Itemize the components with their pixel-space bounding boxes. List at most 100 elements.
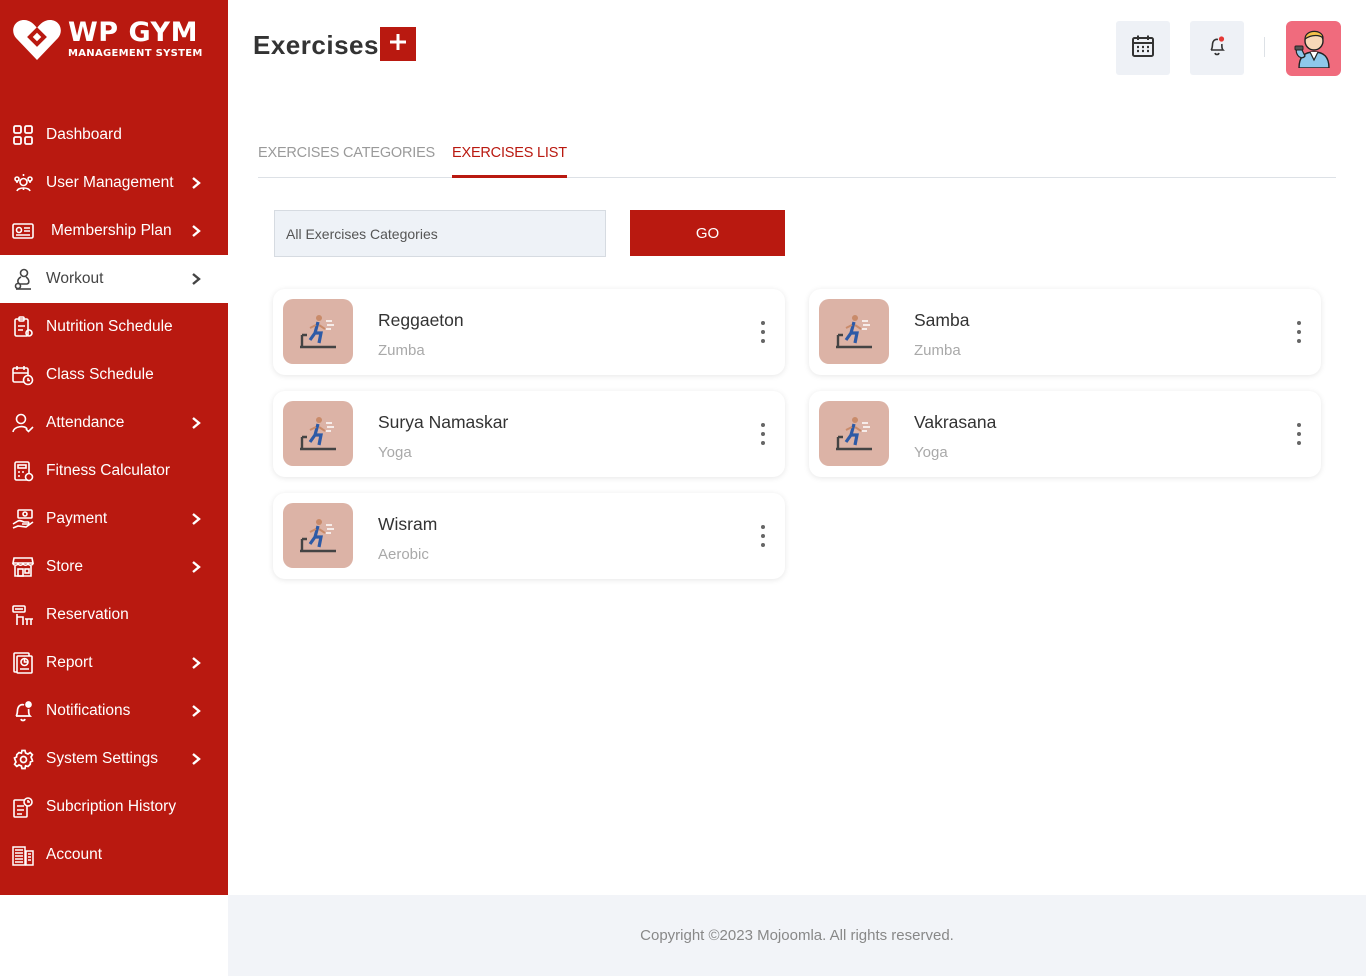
bell-icon <box>1207 35 1227 62</box>
sidebar-item-label: Report <box>46 654 93 671</box>
plus-icon <box>389 33 407 56</box>
account-icon <box>12 844 34 866</box>
exercise-category: Aerobic <box>378 546 429 563</box>
chevron-right-icon <box>190 704 202 718</box>
membership-card-icon <box>12 220 34 242</box>
sidebar-item-user-management[interactable]: User Management <box>0 159 228 207</box>
exercise-tabs: EXERCISES CATEGORIES EXERCISES LIST <box>258 145 1336 178</box>
sidebar-item-label: Notifications <box>46 702 131 719</box>
exercise-category: Zumba <box>914 342 961 359</box>
more-options-icon[interactable] <box>1293 423 1305 445</box>
sidebar-item-system-settings[interactable]: System Settings <box>0 735 228 783</box>
sidebar-item-workout[interactable]: Workout <box>0 255 228 303</box>
page-title: Exercises <box>253 30 379 60</box>
sidebar-item-label: User Management <box>46 174 174 191</box>
copyright-text: Copyright ©2023 Mojoomla. All rights res… <box>640 927 954 944</box>
exercise-name: Wisram <box>378 514 438 534</box>
sidebar-item-store[interactable]: Store <box>0 543 228 591</box>
sidebar-nav: Dashboard User Management Membership Pla… <box>0 111 228 879</box>
gear-icon <box>12 748 34 770</box>
payment-hand-icon <box>12 508 34 530</box>
exercise-category: Yoga <box>378 444 412 461</box>
treadmill-icon <box>283 401 353 466</box>
more-options-icon[interactable] <box>1293 321 1305 343</box>
sidebar-item-membership-plan[interactable]: Membership Plan <box>0 207 228 255</box>
sidebar-item-dashboard[interactable]: Dashboard <box>0 111 228 159</box>
chevron-right-icon <box>190 560 202 574</box>
brand-title: WP GYM <box>68 17 198 48</box>
chevron-right-icon <box>190 416 202 430</box>
exercise-category: Zumba <box>378 342 425 359</box>
sidebar-item-notifications[interactable]: Notifications <box>0 687 228 735</box>
store-icon <box>12 556 34 578</box>
exercise-name: Surya Namaskar <box>378 412 509 432</box>
add-exercise-button[interactable] <box>380 27 416 61</box>
treadmill-icon <box>819 401 889 466</box>
sidebar-item-report[interactable]: Report <box>0 639 228 687</box>
calendar-button[interactable] <box>1116 21 1170 75</box>
brand-subtitle: MANAGEMENT SYSTEM <box>68 48 203 59</box>
calendar-clock-icon <box>12 364 34 386</box>
exercise-card[interactable]: Wisram Aerobic <box>273 493 785 579</box>
sidebar-item-label: Nutrition Schedule <box>46 318 173 335</box>
exercise-card[interactable]: Surya Namaskar Yoga <box>273 391 785 477</box>
sidebar-item-label: Workout <box>46 270 104 287</box>
notifications-button[interactable] <box>1190 21 1244 75</box>
chevron-right-icon <box>190 752 202 766</box>
brand-logo[interactable]: WP GYM MANAGEMENT SYSTEM <box>12 14 217 64</box>
chevron-right-icon <box>190 656 202 670</box>
calculator-icon <box>12 460 34 482</box>
reservation-icon <box>12 604 34 626</box>
calendar-icon <box>1131 34 1155 63</box>
chevron-right-icon <box>190 176 202 190</box>
sidebar-item-label: Account <box>46 846 103 863</box>
sidebar: WP GYM MANAGEMENT SYSTEM Dashboard User … <box>0 0 228 895</box>
nutrition-clipboard-icon <box>12 316 34 338</box>
user-avatar[interactable] <box>1286 21 1341 76</box>
tab-exercises-categories[interactable]: EXERCISES CATEGORIES <box>258 145 435 178</box>
sidebar-item-label: Payment <box>46 510 108 527</box>
exercise-card[interactable]: Vakrasana Yoga <box>809 391 1321 477</box>
sidebar-item-nutrition-schedule[interactable]: Nutrition Schedule <box>0 303 228 351</box>
sidebar-item-label: Fitness Calculator <box>46 462 171 479</box>
chevron-right-icon <box>190 224 202 238</box>
more-options-icon[interactable] <box>757 525 769 547</box>
header-divider <box>1264 37 1265 57</box>
more-options-icon[interactable] <box>757 423 769 445</box>
exercise-name: Vakrasana <box>914 412 997 432</box>
sidebar-item-attendance[interactable]: Attendance <box>0 399 228 447</box>
sidebar-item-payment[interactable]: Payment <box>0 495 228 543</box>
bell-icon <box>12 700 34 722</box>
sidebar-item-label: Subcription History <box>46 798 177 815</box>
users-gear-icon <box>12 172 34 194</box>
user-check-icon <box>12 412 34 434</box>
treadmill-icon <box>819 299 889 364</box>
category-filter-select[interactable]: All Exercises Categories <box>274 210 606 257</box>
sidebar-item-class-schedule[interactable]: Class Schedule <box>0 351 228 399</box>
sidebar-item-label: Reservation <box>46 606 129 623</box>
sidebar-item-subscription-history[interactable]: Subcription History <box>0 783 228 831</box>
subscription-history-icon <box>12 796 34 818</box>
exercise-card[interactable]: Reggaeton Zumba <box>273 289 785 375</box>
more-options-icon[interactable] <box>757 321 769 343</box>
report-icon <box>12 652 34 674</box>
exercise-name: Samba <box>914 310 970 330</box>
sidebar-item-label: Class Schedule <box>46 366 154 383</box>
exercise-category: Yoga <box>914 444 948 461</box>
exercise-name: Reggaeton <box>378 310 464 330</box>
exercise-card[interactable]: Samba Zumba <box>809 289 1321 375</box>
heart-logo-icon <box>12 16 62 62</box>
sidebar-item-reservation[interactable]: Reservation <box>0 591 228 639</box>
tab-exercises-list[interactable]: EXERCISES LIST <box>452 145 567 178</box>
sidebar-item-fitness-calculator[interactable]: Fitness Calculator <box>0 447 228 495</box>
sidebar-item-label: Store <box>46 558 84 575</box>
sidebar-item-account[interactable]: Account <box>0 831 228 879</box>
treadmill-icon <box>283 299 353 364</box>
treadmill-icon <box>283 503 353 568</box>
dashboard-grid-icon <box>12 124 34 146</box>
footer: Copyright ©2023 Mojoomla. All rights res… <box>228 895 1366 976</box>
chevron-right-icon <box>190 272 202 286</box>
go-button[interactable]: GO <box>630 210 785 256</box>
workout-icon <box>12 268 34 290</box>
sidebar-item-label: Dashboard <box>46 126 122 143</box>
